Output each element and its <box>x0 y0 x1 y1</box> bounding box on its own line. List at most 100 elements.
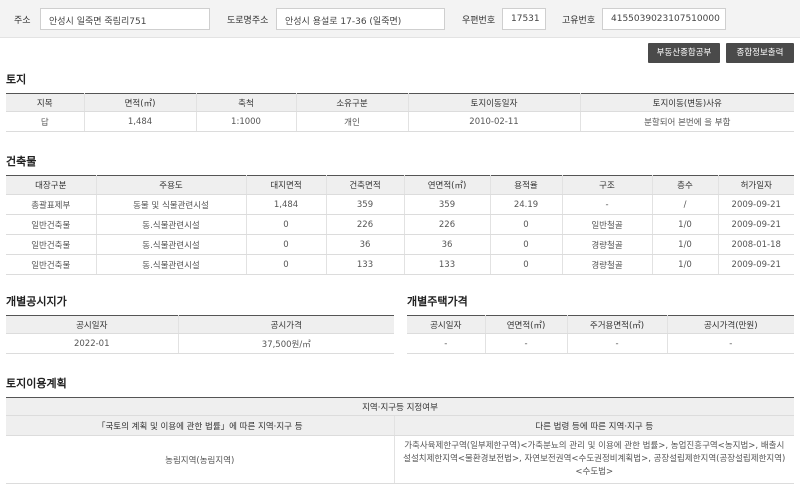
building-cell: 133 <box>326 254 405 275</box>
table-row: 일반건축물 동.식물관련시설 0 226 226 0 일반철골 1/0 2009… <box>6 214 794 235</box>
building-cell: 2009-09-21 <box>718 194 794 215</box>
building-col-floors: 층수 <box>652 175 719 195</box>
house-price-col-date: 공시일자 <box>407 315 486 334</box>
building-cell: 226 <box>326 214 405 235</box>
land-col-category: 지목 <box>6 93 85 112</box>
land-cell: 분할되어 본번에 을 부함 <box>580 111 794 132</box>
building-cell: 동물 및 식물관련시설 <box>96 194 247 215</box>
table-row: - - - - <box>407 333 794 354</box>
house-price-cell: - <box>667 333 794 354</box>
building-cell: 1/0 <box>652 234 719 255</box>
land-use-section-title: 토지이용계획 <box>6 377 67 390</box>
land-use-table: 지역·지구등 지정여부 「국토의 계획 및 이용에 관한 법률」에 따른 지역·… <box>6 397 795 484</box>
unique-id-label: 고유번호 <box>562 16 596 26</box>
table-row: 2022-01 37,500원/㎡ <box>6 333 394 354</box>
address-label: 주소 <box>14 16 31 26</box>
land-use-col-other-law: 다른 법령 등에 따른 지역·지구 등 <box>394 415 795 436</box>
building-cell: 1/0 <box>652 254 719 275</box>
land-use-top-header: 지역·지구등 지정여부 <box>6 397 795 416</box>
building-cell: 36 <box>404 234 491 255</box>
building-cell: 359 <box>404 194 491 215</box>
building-cell: 359 <box>326 194 405 215</box>
house-price-header-row: 공시일자 연면적(㎡) 주거용면적(㎡) 공시가격(만원) <box>407 315 794 334</box>
building-cell: 36 <box>326 234 405 255</box>
land-use-national-cell: 농림지역(농림지역) <box>6 435 395 484</box>
table-row: 일반건축물 동.식물관련시설 0 133 133 0 경량철골 1/0 2009… <box>6 254 794 275</box>
unique-id-field[interactable]: 4155039023107510000 <box>602 8 726 30</box>
building-cell: 동.식물관련시설 <box>96 214 247 235</box>
road-address-label: 도로명주소 <box>227 16 269 26</box>
building-col-site-area: 대지면적 <box>246 175 327 195</box>
building-cell: 동.식물관련시설 <box>96 234 247 255</box>
table-row: 답 1,484 1:1000 개인 2010-02-11 분할되어 본번에 을 … <box>6 111 794 132</box>
house-price-col-residential-area: 주거용면적(㎡) <box>567 315 668 334</box>
address-bar: 주소 안성시 일죽면 죽림리751 도로명주소 안성시 용설로 17-36 (일… <box>0 0 800 38</box>
land-use-top-header-row: 지역·지구등 지정여부 <box>6 397 795 416</box>
land-cell: 1:1000 <box>196 111 297 132</box>
land-col-area: 면적(㎡) <box>84 93 197 112</box>
building-cell: 경량철골 <box>562 254 653 275</box>
land-cell: 답 <box>6 111 85 132</box>
building-col-type: 대장구분 <box>6 175 97 195</box>
table-row: 총괄표제부 동물 및 식물관련시설 1,484 359 359 24.19 - … <box>6 194 794 215</box>
building-cell: 226 <box>404 214 491 235</box>
land-col-scale: 축척 <box>196 93 297 112</box>
house-price-cell: - <box>567 333 668 354</box>
building-col-permit-date: 허가일자 <box>718 175 794 195</box>
building-cell: 일반건축물 <box>6 234 97 255</box>
building-cell: 총괄표제부 <box>6 194 97 215</box>
land-price-section-title: 개별공시지가 <box>6 295 67 308</box>
land-price-table: 공시일자 공시가격 2022-01 37,500원/㎡ <box>6 315 394 354</box>
building-cell: 1/0 <box>652 214 719 235</box>
building-col-ratio: 용적율 <box>490 175 563 195</box>
building-cell: - <box>562 194 653 215</box>
building-cell: 0 <box>246 234 327 255</box>
building-header-row: 대장구분 주용도 대지면적 건축면적 연면적(㎡) 용적율 구조 층수 허가일자 <box>6 175 794 195</box>
building-cell: 동.식물관련시설 <box>96 254 247 275</box>
land-price-cell: 2022-01 <box>6 333 179 354</box>
building-cell: 0 <box>246 214 327 235</box>
building-cell: 0 <box>490 254 563 275</box>
building-cell: 2009-09-21 <box>718 214 794 235</box>
summary-print-button[interactable]: 종합정보출력 <box>726 43 794 63</box>
land-price-header-row: 공시일자 공시가격 <box>6 315 394 334</box>
land-price-cell: 37,500원/㎡ <box>178 333 394 354</box>
building-cell: 2009-09-21 <box>718 254 794 275</box>
building-cell: 일반철골 <box>562 214 653 235</box>
land-col-move-date: 토지이동일자 <box>408 93 581 112</box>
land-col-move-reason: 토지이동(변동)사유 <box>580 93 794 112</box>
building-cell: 1,484 <box>246 194 327 215</box>
land-use-other-cell: 가축사육제한구역(일부제한구역)<가축분뇨의 관리 및 이용에 관한 법률>, … <box>394 435 795 484</box>
building-cell: 0 <box>490 234 563 255</box>
house-price-cell: - <box>485 333 568 354</box>
building-section-title: 건축물 <box>6 155 37 168</box>
land-cell: 2010-02-11 <box>408 111 581 132</box>
address-field[interactable]: 안성시 일죽면 죽림리751 <box>40 8 210 30</box>
building-col-building-area: 건축면적 <box>326 175 405 195</box>
land-use-col-national-law: 「국토의 계획 및 이용에 관한 법률」에 따른 지역·지구 등 <box>6 415 395 436</box>
building-cell: 경량철골 <box>562 234 653 255</box>
land-table: 지목 면적(㎡) 축척 소유구분 토지이동일자 토지이동(변동)사유 답 1,4… <box>6 93 794 132</box>
building-table: 대장구분 주용도 대지면적 건축면적 연면적(㎡) 용적율 구조 층수 허가일자… <box>6 175 794 275</box>
table-row: 농림지역(농림지역) 가축사육제한구역(일부제한구역)<가축분뇨의 관리 및 이… <box>6 435 795 484</box>
land-header-row: 지목 면적(㎡) 축척 소유구분 토지이동일자 토지이동(변동)사유 <box>6 93 794 112</box>
building-col-use: 주용도 <box>96 175 247 195</box>
road-address-field[interactable]: 안성시 용설로 17-36 (일죽면) <box>276 8 445 30</box>
house-price-section-title: 개별주택가격 <box>407 295 468 308</box>
realestate-record-button[interactable]: 부동산종합공부 <box>648 43 720 63</box>
land-price-col-date: 공시일자 <box>6 315 179 334</box>
land-section-title: 토지 <box>6 73 27 86</box>
land-cell: 개인 <box>296 111 409 132</box>
building-cell: 2008-01-18 <box>718 234 794 255</box>
building-cell: 0 <box>490 214 563 235</box>
land-use-header-row: 「국토의 계획 및 이용에 관한 법률」에 따른 지역·지구 등 다른 법령 등… <box>6 415 795 436</box>
building-cell: 0 <box>246 254 327 275</box>
land-price-col-price: 공시가격 <box>178 315 394 334</box>
zip-label: 우편번호 <box>462 16 496 26</box>
zip-field[interactable]: 17531 <box>502 8 546 30</box>
building-cell: 일반건축물 <box>6 214 97 235</box>
house-price-col-floor-area: 연면적(㎡) <box>485 315 568 334</box>
table-row: 일반건축물 동.식물관련시설 0 36 36 0 경량철골 1/0 2008-0… <box>6 234 794 255</box>
building-cell: 24.19 <box>490 194 563 215</box>
building-cell: 일반건축물 <box>6 254 97 275</box>
